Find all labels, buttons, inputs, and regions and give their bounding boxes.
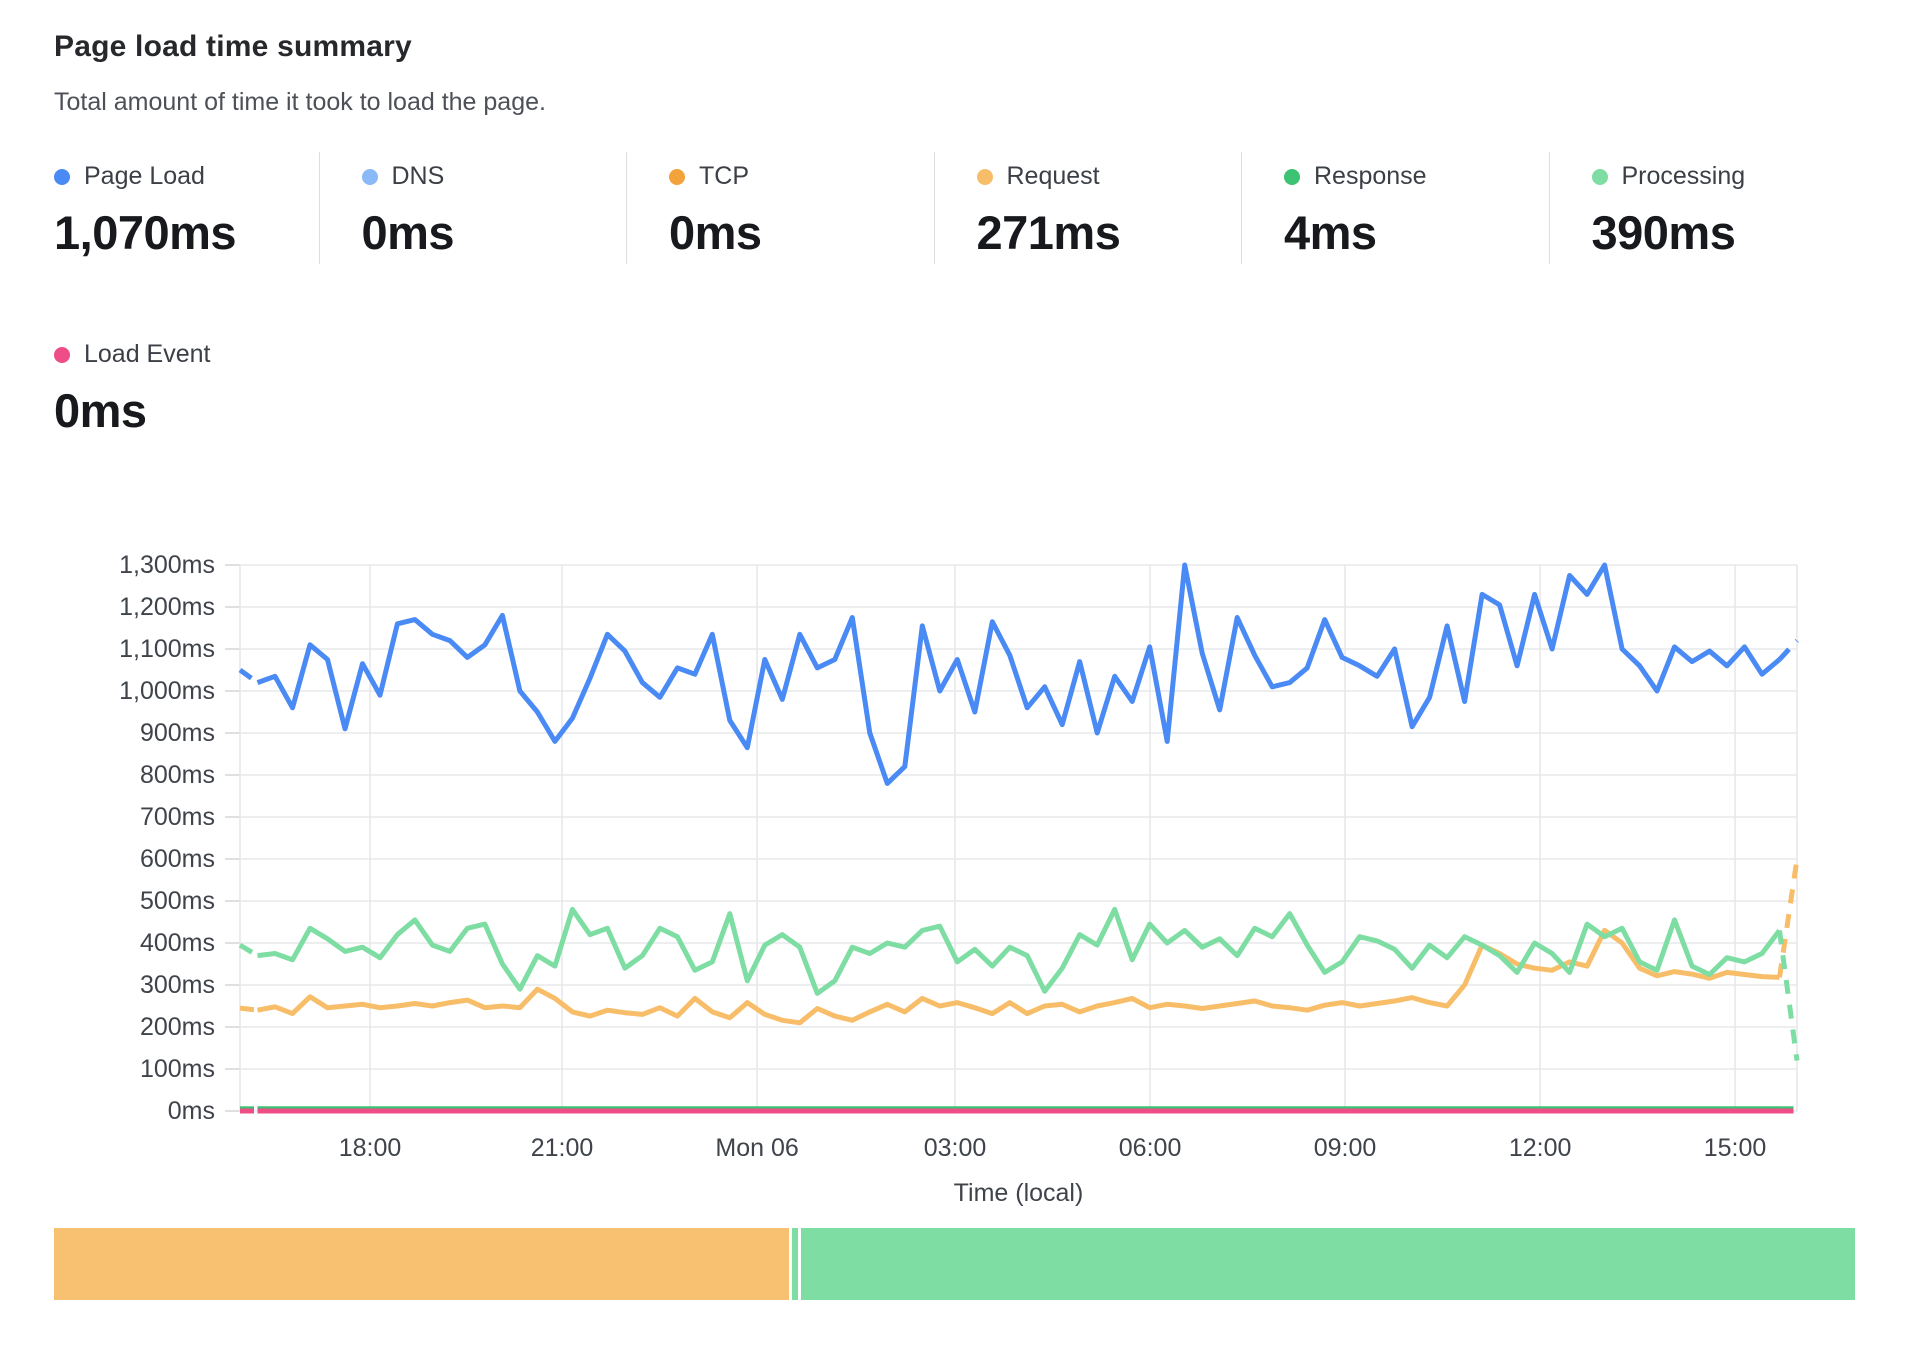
series-line-page-load — [258, 565, 1780, 783]
legend-item-head: Response — [1284, 162, 1549, 191]
tcp-legend-dot-icon — [669, 169, 685, 185]
series-line-page-load — [1780, 641, 1798, 660]
x-axis-title: Time (local) — [954, 1179, 1084, 1207]
legend-item-load-event[interactable]: Load Event 0ms — [54, 330, 211, 442]
x-axis-tick-label: 15:00 — [1704, 1134, 1767, 1162]
legend-item-head: Processing — [1592, 162, 1857, 191]
y-axis-tick-label: 1,300ms — [119, 551, 215, 579]
page-load-timeseries-chart[interactable]: 0ms 100ms 200ms 300ms 400ms 500ms 600ms 700ms 80… — [0, 540, 1910, 1220]
legend-item-head: TCP — [669, 162, 934, 191]
x-axis-tick-label: Mon 06 — [715, 1134, 798, 1162]
y-axis-tick-label: 900ms — [140, 719, 215, 747]
metrics-legend-row: Page Load 1,070ms DNS 0ms TCP 0ms Request 271ms… — [54, 152, 1856, 264]
metric-value: 271ms — [977, 205, 1242, 260]
x-axis-tick-label: 18:00 — [339, 1134, 402, 1162]
legend-item-page-load[interactable]: Page Load 1,070ms — [54, 152, 319, 264]
processing-legend-dot-icon — [1592, 169, 1608, 185]
legend-item-processing[interactable]: Processing 390ms — [1549, 152, 1857, 264]
y-axis-tick-label: 700ms — [140, 803, 215, 831]
page-load-summary-panel: Page load time summary Total amount of t… — [0, 0, 1910, 1352]
metric-label: TCP — [699, 162, 749, 191]
x-axis-tick-label: 03:00 — [924, 1134, 987, 1162]
chart-gridlines — [225, 565, 1797, 1111]
y-axis-tick-label: 1,000ms — [119, 677, 215, 705]
metric-label: DNS — [392, 162, 445, 191]
load-event-legend-dot-icon — [54, 347, 70, 363]
x-axis-tick-label: 21:00 — [531, 1134, 594, 1162]
band-green-sliver — [792, 1228, 798, 1300]
band-orange — [54, 1228, 789, 1300]
metric-value: 0ms — [54, 383, 211, 438]
response-legend-dot-icon — [1284, 169, 1300, 185]
metric-value: 390ms — [1592, 205, 1857, 260]
series-line-processing — [258, 909, 1780, 993]
legend-item-dns[interactable]: DNS 0ms — [319, 152, 627, 264]
metric-label: Processing — [1622, 162, 1746, 191]
y-axis-tick-label: 100ms — [140, 1055, 215, 1083]
y-axis-tick-label: 600ms — [140, 845, 215, 873]
band-green — [801, 1228, 1855, 1300]
series-line-request — [258, 930, 1780, 1022]
page-title: Page load time summary — [54, 30, 412, 64]
y-axis-tick-label: 300ms — [140, 971, 215, 999]
legend-item-head: Page Load — [54, 162, 319, 191]
x-axis-tick-label: 09:00 — [1314, 1134, 1377, 1162]
y-axis-tick-label: 0ms — [168, 1097, 215, 1125]
legend-item-response[interactable]: Response 4ms — [1241, 152, 1549, 264]
request-legend-dot-icon — [977, 169, 993, 185]
metric-label: Response — [1314, 162, 1427, 191]
series-line-processing — [240, 945, 258, 956]
legend-item-tcp[interactable]: TCP 0ms — [626, 152, 934, 264]
metric-label: Page Load — [84, 162, 205, 191]
y-axis-tick-label: 400ms — [140, 929, 215, 957]
y-axis-tick-label: 1,100ms — [119, 635, 215, 663]
x-axis-tick-label: 12:00 — [1509, 1134, 1572, 1162]
legend-item-head: Request — [977, 162, 1242, 191]
metric-value: 4ms — [1284, 205, 1549, 260]
y-axis-tick-label: 200ms — [140, 1013, 215, 1041]
legend-item-head: DNS — [362, 162, 627, 191]
y-axis-tick-label: 1,200ms — [119, 593, 215, 621]
metrics-legend-row-2: Load Event 0ms — [54, 330, 211, 442]
page-subtitle: Total amount of time it took to load the… — [54, 88, 546, 117]
status-band — [54, 1228, 1856, 1300]
legend-item-head: Load Event — [54, 340, 211, 369]
metric-value: 0ms — [669, 205, 934, 260]
dns-legend-dot-icon — [362, 169, 378, 185]
legend-item-request[interactable]: Request 271ms — [934, 152, 1242, 264]
x-axis-tick-label: 06:00 — [1119, 1134, 1182, 1162]
metric-label: Request — [1007, 162, 1100, 191]
page-load-legend-dot-icon — [54, 169, 70, 185]
y-axis-tick-label: 500ms — [140, 887, 215, 915]
series-line-request — [240, 1008, 258, 1010]
chart-area: 0ms 100ms 200ms 300ms 400ms 500ms 600ms 700ms 80… — [0, 540, 1910, 1220]
metric-value: 1,070ms — [54, 205, 319, 260]
y-axis-tick-label: 800ms — [140, 761, 215, 789]
series-line-page-load — [240, 670, 258, 683]
metric-label: Load Event — [84, 340, 211, 369]
metric-value: 0ms — [362, 205, 627, 260]
